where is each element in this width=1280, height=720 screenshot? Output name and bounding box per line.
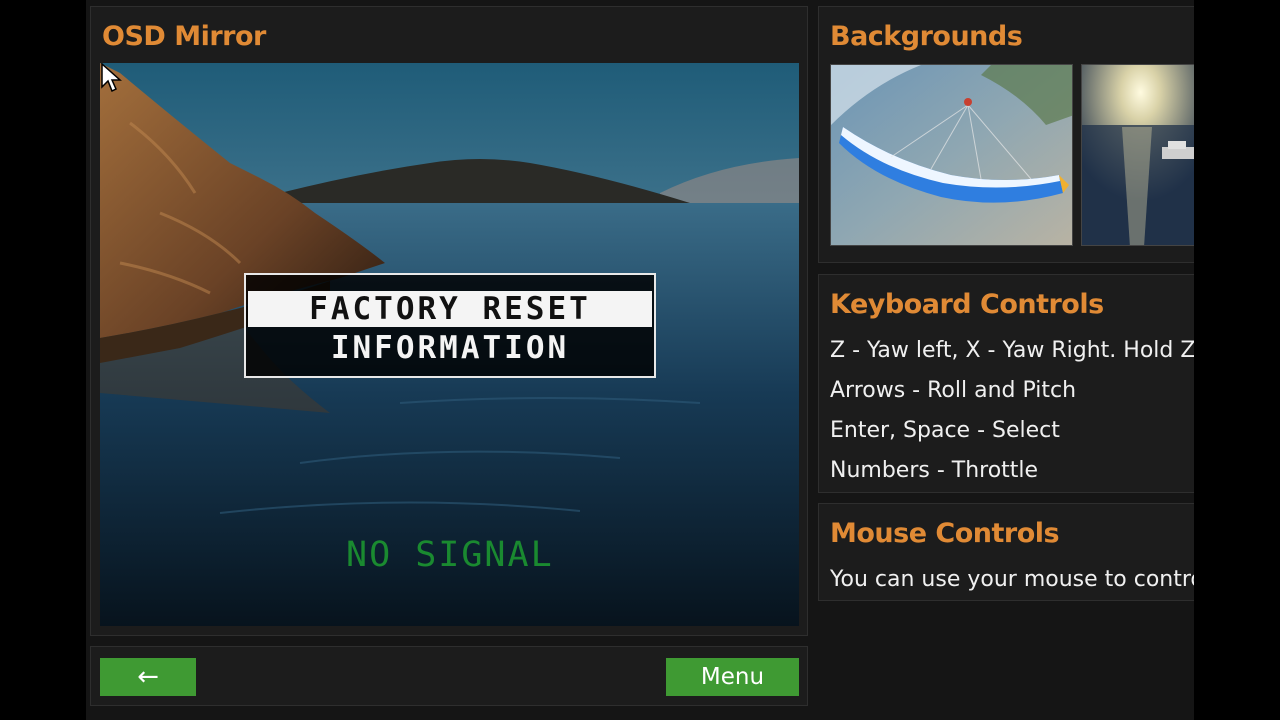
bottom-button-bar: ← Menu	[90, 646, 808, 706]
background-thumbnail-sunset-lake[interactable]	[1081, 64, 1194, 246]
app-window: OSD Mirror FACTORY RESET INFORMATION NO …	[86, 0, 1194, 720]
menu-button[interactable]: Menu	[666, 658, 799, 696]
backgrounds-panel: Backgrounds	[818, 6, 1194, 263]
mouse-controls-text: You can use your mouse to contro	[830, 567, 1194, 592]
keyboard-control-line: Numbers - Throttle	[830, 458, 1039, 483]
osd-mirror-title: OSD Mirror	[102, 21, 266, 52]
keyboard-controls-title: Keyboard Controls	[830, 289, 1104, 320]
back-button[interactable]: ←	[100, 658, 196, 696]
background-thumbnail-paraglider[interactable]	[830, 64, 1073, 246]
paraglider-image	[831, 65, 1072, 245]
keyboard-control-line: Enter, Space - Select	[830, 418, 1060, 443]
arrow-left-icon: ←	[137, 662, 159, 692]
mouse-pointer-icon	[101, 63, 122, 93]
keyboard-control-line: Z - Yaw left, X - Yaw Right. Hold Z	[830, 338, 1194, 363]
osd-menu-item-information[interactable]: INFORMATION	[248, 330, 652, 366]
osd-menu: FACTORY RESET INFORMATION	[244, 273, 656, 378]
osd-menu-item-factory-reset[interactable]: FACTORY RESET	[248, 291, 652, 327]
mouse-controls-panel: Mouse Controls You can use your mouse to…	[818, 503, 1194, 601]
no-signal-status: NO SIGNAL	[346, 535, 554, 575]
sunset-lake-image	[1082, 65, 1194, 245]
mouse-controls-title: Mouse Controls	[830, 518, 1060, 549]
keyboard-control-line: Arrows - Roll and Pitch	[830, 378, 1077, 403]
backgrounds-title: Backgrounds	[830, 21, 1023, 52]
osd-screen[interactable]: FACTORY RESET INFORMATION NO SIGNAL	[100, 63, 799, 626]
keyboard-controls-panel: Keyboard Controls Z - Yaw left, X - Yaw …	[818, 274, 1194, 493]
osd-mirror-panel: OSD Mirror FACTORY RESET INFORMATION NO …	[90, 6, 808, 636]
